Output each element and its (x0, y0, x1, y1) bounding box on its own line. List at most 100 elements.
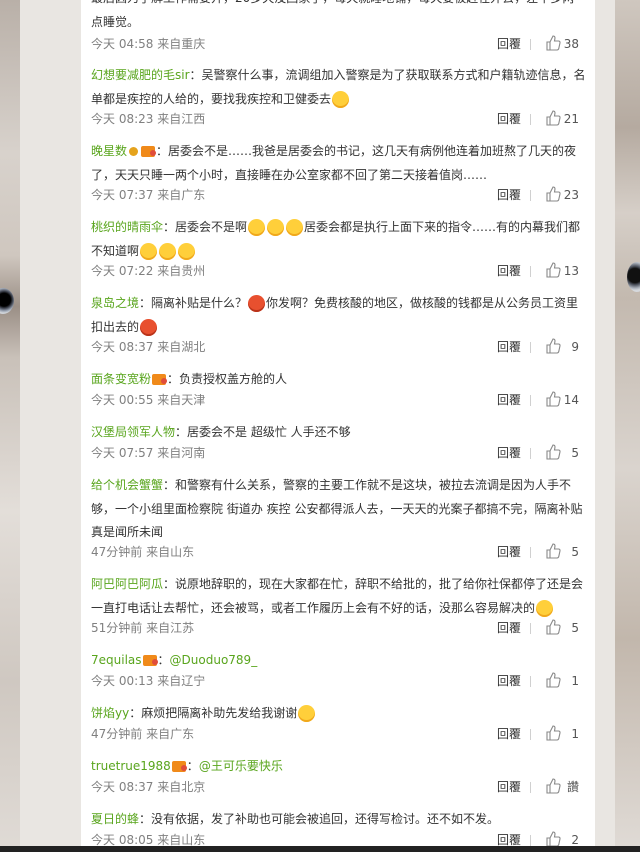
comment-time-location: 今天 00:13 来自辽宁 (91, 674, 206, 688)
reply-button[interactable]: 回覆 (497, 724, 521, 744)
divider (530, 547, 531, 558)
comment-meta: 今天 08:37 来自湖北 回覆 9 (91, 337, 586, 357)
divider (530, 266, 531, 277)
verified-badge-icon (129, 147, 139, 156)
like-count: 9 (571, 340, 579, 354)
thumbs-up-icon[interactable] (545, 338, 561, 354)
comment-username[interactable]: 晚星数 (91, 144, 127, 158)
thumbs-up-icon[interactable] (545, 831, 561, 847)
emoji-icon (536, 599, 554, 617)
emoji-icon (178, 242, 196, 260)
like-count: 5 (571, 621, 579, 635)
thumbs-up-icon[interactable] (545, 672, 561, 688)
reply-button[interactable]: 回覆 (497, 671, 521, 691)
mention-link[interactable]: @王可乐要快乐 (199, 759, 283, 773)
comment-time-location: 47分钟前 来自山东 (91, 545, 195, 559)
comment-text: 隔离补贴是什么？ (151, 296, 248, 310)
background-cat-photo-left (0, 0, 20, 852)
comment-username[interactable]: 面条变宽粉 (91, 372, 151, 386)
comment-text: 最后因为了解工作需要开，20多天没回家了，每天就睡地铺，每天要被赶在外去，差不多… (91, 0, 574, 29)
emoji-icon (248, 219, 266, 236)
like-count: 1 (571, 674, 579, 688)
comment-meta: 47分钟前 来自广东 回覆 1 (91, 724, 586, 744)
comment-username[interactable]: 桃织的晴雨伞 (91, 220, 163, 234)
thumbs-up-icon[interactable] (545, 262, 561, 278)
comment-text: 麻烦把隔离补助先发给我谢谢 (141, 706, 298, 720)
reply-button[interactable]: 回覆 (497, 261, 521, 281)
angry-emoji-icon (248, 295, 266, 312)
divider (530, 676, 531, 687)
divider (530, 39, 531, 50)
thumbs-up-icon[interactable] (545, 725, 561, 741)
divider (530, 729, 531, 740)
like-count: 21 (563, 112, 579, 126)
comment-meta: 今天 08:23 来自江西 回覆 21 (91, 109, 586, 129)
reply-button[interactable]: 回覆 (497, 443, 521, 463)
emoji-icon (286, 219, 304, 236)
like-count: 13 (563, 264, 579, 278)
divider (530, 342, 531, 353)
reply-button[interactable]: 回覆 (497, 542, 521, 562)
like-count: 5 (571, 446, 579, 460)
divider (530, 114, 531, 125)
thumbs-up-icon[interactable] (545, 778, 561, 794)
emoji-icon (159, 242, 177, 260)
reply-button[interactable]: 回覆 (497, 618, 521, 638)
comment-time-location: 今天 08:23 来自江西 (91, 112, 206, 126)
reply-button[interactable]: 回覆 (497, 337, 521, 357)
thumbs-up-icon[interactable] (545, 110, 561, 126)
comment-username[interactable]: 夏日的蜂 (91, 812, 139, 826)
divider (530, 395, 531, 406)
reply-button[interactable]: 回覆 (497, 777, 521, 797)
thumbs-up-icon[interactable] (545, 543, 561, 559)
comment-meta: 今天 04:58 来自重庆 回覆 38 (91, 34, 586, 54)
reply-button[interactable]: 回覆 (497, 109, 521, 129)
like-count: 1 (571, 727, 579, 741)
cat-eye-right (627, 262, 640, 292)
vip-badge-icon (141, 146, 157, 157)
comment-username[interactable]: 汉堡局领军人物 (91, 425, 175, 439)
like-count: 5 (571, 545, 579, 559)
comment-time-location: 今天 04:58 来自重庆 (91, 37, 206, 51)
comment-meta: 今天 08:37 来自北京 回覆 讚 (91, 777, 586, 797)
comment-username[interactable]: 饼焰yy (91, 706, 129, 720)
mention-link[interactable]: @Duoduo789_ (170, 653, 258, 667)
comment-username[interactable]: 阿巴阿巴阿瓜 (91, 577, 163, 591)
comment-time-location: 今天 00:55 来自天津 (91, 393, 206, 407)
comment-username[interactable]: truetrue1988 (91, 759, 171, 773)
divider (530, 190, 531, 201)
reply-button[interactable]: 回覆 (497, 185, 521, 205)
emoji-icon (332, 90, 350, 108)
comment-meta: 今天 07:22 来自贵州 回覆 13 (91, 261, 586, 281)
thumbs-up-icon[interactable] (545, 444, 561, 460)
divider (530, 623, 531, 634)
comment-text: 居委会不是啊 (175, 220, 248, 234)
comment-meta: 今天 00:13 来自辽宁 回覆 1 (91, 671, 586, 691)
comment-username[interactable]: 7equilas (91, 653, 142, 667)
comment-meta: 47分钟前 来自山东 回覆 5 (91, 542, 586, 562)
like-count: 23 (563, 188, 579, 202)
comment-meta: 51分钟前 来自江苏 回覆 5 (91, 618, 586, 638)
reply-button[interactable]: 回覆 (497, 34, 521, 54)
background-cat-photo-right (615, 0, 640, 852)
comment-text: 居委会不是 超级忙 人手还不够 (187, 425, 351, 439)
comment-username[interactable]: 幻想要减肥的毛sir (91, 68, 190, 82)
thumbs-up-icon[interactable] (545, 35, 561, 51)
comment-time-location: 今天 08:37 来自湖北 (91, 340, 206, 354)
like-count: 38 (563, 37, 579, 51)
emoji-icon (298, 705, 316, 722)
taskbar-edge (0, 846, 640, 852)
divider (530, 835, 531, 846)
comment-time-location: 今天 08:05 来自山东 (91, 833, 206, 847)
divider (530, 782, 531, 793)
comment-text: 负责授权盖方舱的人 (179, 372, 288, 386)
thumbs-up-icon[interactable] (545, 619, 561, 635)
like-count: 14 (563, 393, 579, 407)
comment-username[interactable]: 给个机会蟹蟹 (91, 478, 163, 492)
comment-text: 没有依据，发了补助也可能会被追回，还得写检讨。还不如不发。 (151, 812, 500, 826)
comment-username[interactable]: 泉岛之境 (91, 296, 139, 310)
thumbs-up-icon[interactable] (545, 391, 561, 407)
vip-badge-icon (152, 374, 168, 385)
thumbs-up-icon[interactable] (545, 186, 561, 202)
reply-button[interactable]: 回覆 (497, 390, 521, 410)
